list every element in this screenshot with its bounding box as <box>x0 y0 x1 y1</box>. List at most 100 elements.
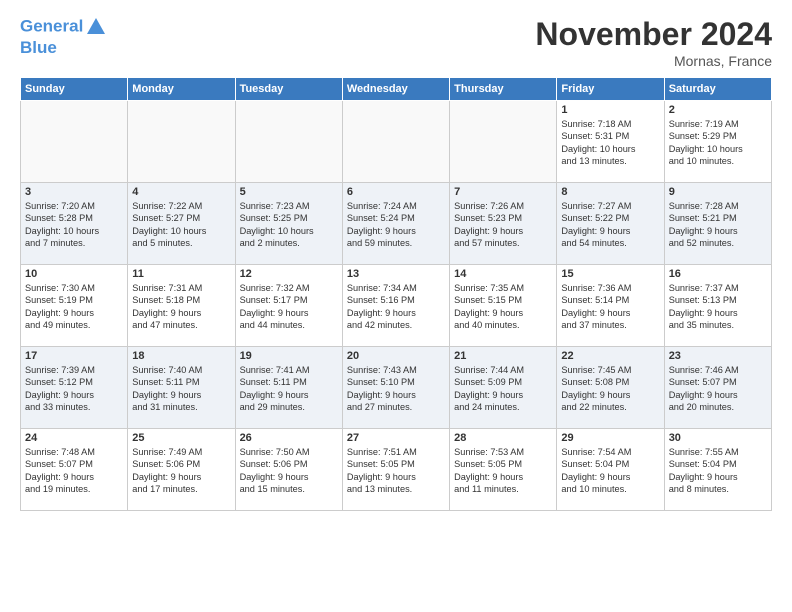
day-number: 30 <box>669 432 767 444</box>
day-number: 16 <box>669 268 767 280</box>
location: Mornas, France <box>535 53 772 69</box>
calendar-cell: 23Sunrise: 7:46 AM Sunset: 5:07 PM Dayli… <box>664 347 771 429</box>
calendar-cell: 5Sunrise: 7:23 AM Sunset: 5:25 PM Daylig… <box>235 183 342 265</box>
day-info: Sunrise: 7:55 AM Sunset: 5:04 PM Dayligh… <box>669 446 767 496</box>
calendar-cell: 19 Sunrise: 7:41 AM Sunset: 5:11 PM Dayli… <box>235 347 342 429</box>
day-number: 15 <box>561 268 659 280</box>
calendar-table: Sunday Monday Tuesday Wednesday Thursday… <box>20 77 772 511</box>
calendar-header-row: Sunday Monday Tuesday Wednesday Thursday… <box>21 78 772 101</box>
day-info: Sunrise: 7:18 AM Sunset: 5:31 PM Dayligh… <box>561 118 659 168</box>
day-number: 18 <box>132 350 230 362</box>
day-info: Sunrise: 7:32 AM Sunset: 5:17 PM Dayligh… <box>240 282 338 332</box>
calendar-cell: 10 Sunrise: 7:30 AM Sunset: 5:19 PM Dayli… <box>21 265 128 347</box>
day-number: 26 <box>240 432 338 444</box>
week-row-3: 10 Sunrise: 7:30 AM Sunset: 5:19 PM Dayli… <box>21 265 772 347</box>
day-number: 11 <box>132 268 230 280</box>
calendar-cell: 13 Sunrise: 7:34 AM Sunset: 5:16 PM Dayli… <box>342 265 449 347</box>
day-info: Sunrise: 7:22 AM Sunset: 5:27 PM Dayligh… <box>132 200 230 250</box>
day-info: Sunrise: 7:35 AM Sunset: 5:15 PM Dayligh… <box>454 282 552 332</box>
day-info: Sunrise: 7:41 AM Sunset: 5:11 PM Dayligh… <box>240 364 338 414</box>
day-number: 8 <box>561 186 659 198</box>
day-number: 23 <box>669 350 767 362</box>
page: General Blue November 2024 Mornas, Franc… <box>0 0 792 521</box>
day-number: 9 <box>669 186 767 198</box>
header: General Blue November 2024 Mornas, Franc… <box>20 16 772 69</box>
day-info: Sunrise: 7:45 AM Sunset: 5:08 PM Dayligh… <box>561 364 659 414</box>
day-number: 2 <box>669 104 767 116</box>
calendar-cell: 30 Sunrise: 7:55 AM Sunset: 5:04 PM Dayli… <box>664 429 771 511</box>
day-info: Sunrise: 7:31 AM Sunset: 5:18 PM Dayligh… <box>132 282 230 332</box>
day-number: 3 <box>25 186 123 198</box>
day-number: 24 <box>25 432 123 444</box>
col-wednesday: Wednesday <box>342 78 449 101</box>
day-info: Sunrise: 7:43 AM Sunset: 5:10 PM Dayligh… <box>347 364 445 414</box>
calendar-cell: 14Sunrise: 7:35 AM Sunset: 5:15 PM Dayli… <box>450 265 557 347</box>
calendar-cell: 6 Sunrise: 7:24 AM Sunset: 5:24 PM Daylig… <box>342 183 449 265</box>
calendar-cell: 25 Sunrise: 7:49 AM Sunset: 5:06 PM Dayli… <box>128 429 235 511</box>
calendar-cell: 15 Sunrise: 7:36 AM Sunset: 5:14 PM Dayli… <box>557 265 664 347</box>
day-info: Sunrise: 7:53 AM Sunset: 5:05 PM Dayligh… <box>454 446 552 496</box>
calendar-cell: 2 Sunrise: 7:19 AM Sunset: 5:29 PM Daylig… <box>664 101 771 183</box>
week-row-5: 24 Sunrise: 7:48 AM Sunset: 5:07 PM Dayli… <box>21 429 772 511</box>
day-number: 17 <box>25 350 123 362</box>
calendar-cell <box>21 101 128 183</box>
calendar-cell: 24 Sunrise: 7:48 AM Sunset: 5:07 PM Dayli… <box>21 429 128 511</box>
calendar-cell: 8 Sunrise: 7:27 AM Sunset: 5:22 PM Daylig… <box>557 183 664 265</box>
month-title: November 2024 <box>535 16 772 53</box>
calendar-cell: 1Sunrise: 7:18 AM Sunset: 5:31 PM Daylig… <box>557 101 664 183</box>
day-info: Sunrise: 7:36 AM Sunset: 5:14 PM Dayligh… <box>561 282 659 332</box>
calendar-cell: 28 Sunrise: 7:53 AM Sunset: 5:05 PM Dayli… <box>450 429 557 511</box>
day-info: Sunrise: 7:26 AM Sunset: 5:23 PM Dayligh… <box>454 200 552 250</box>
day-info: Sunrise: 7:51 AM Sunset: 5:05 PM Dayligh… <box>347 446 445 496</box>
day-number: 10 <box>25 268 123 280</box>
day-number: 29 <box>561 432 659 444</box>
day-number: 25 <box>132 432 230 444</box>
day-number: 19 <box>240 350 338 362</box>
day-number: 7 <box>454 186 552 198</box>
day-info: Sunrise: 7:27 AM Sunset: 5:22 PM Dayligh… <box>561 200 659 250</box>
week-row-1: 1Sunrise: 7:18 AM Sunset: 5:31 PM Daylig… <box>21 101 772 183</box>
day-number: 27 <box>347 432 445 444</box>
day-info: Sunrise: 7:30 AM Sunset: 5:19 PM Dayligh… <box>25 282 123 332</box>
day-number: 21 <box>454 350 552 362</box>
logo: General Blue <box>20 16 107 58</box>
logo-subtext: Blue <box>20 38 107 58</box>
week-row-4: 17Sunrise: 7:39 AM Sunset: 5:12 PM Dayli… <box>21 347 772 429</box>
col-saturday: Saturday <box>664 78 771 101</box>
calendar-cell <box>235 101 342 183</box>
day-info: Sunrise: 7:28 AM Sunset: 5:21 PM Dayligh… <box>669 200 767 250</box>
day-info: Sunrise: 7:34 AM Sunset: 5:16 PM Dayligh… <box>347 282 445 332</box>
col-friday: Friday <box>557 78 664 101</box>
calendar-cell: 17Sunrise: 7:39 AM Sunset: 5:12 PM Dayli… <box>21 347 128 429</box>
calendar-cell: 16Sunrise: 7:37 AM Sunset: 5:13 PM Dayli… <box>664 265 771 347</box>
day-info: Sunrise: 7:54 AM Sunset: 5:04 PM Dayligh… <box>561 446 659 496</box>
day-number: 28 <box>454 432 552 444</box>
title-block: November 2024 Mornas, France <box>535 16 772 69</box>
calendar-cell <box>342 101 449 183</box>
day-info: Sunrise: 7:19 AM Sunset: 5:29 PM Dayligh… <box>669 118 767 168</box>
logo-text: General <box>20 16 107 38</box>
col-tuesday: Tuesday <box>235 78 342 101</box>
day-info: Sunrise: 7:49 AM Sunset: 5:06 PM Dayligh… <box>132 446 230 496</box>
day-number: 13 <box>347 268 445 280</box>
calendar-cell: 22 Sunrise: 7:45 AM Sunset: 5:08 PM Dayli… <box>557 347 664 429</box>
day-info: Sunrise: 7:48 AM Sunset: 5:07 PM Dayligh… <box>25 446 123 496</box>
day-number: 12 <box>240 268 338 280</box>
calendar-cell: 11 Sunrise: 7:31 AM Sunset: 5:18 PM Dayli… <box>128 265 235 347</box>
col-monday: Monday <box>128 78 235 101</box>
calendar-cell: 26Sunrise: 7:50 AM Sunset: 5:06 PM Dayli… <box>235 429 342 511</box>
week-row-2: 3 Sunrise: 7:20 AM Sunset: 5:28 PM Daylig… <box>21 183 772 265</box>
calendar-cell: 27 Sunrise: 7:51 AM Sunset: 5:05 PM Dayli… <box>342 429 449 511</box>
day-info: Sunrise: 7:20 AM Sunset: 5:28 PM Dayligh… <box>25 200 123 250</box>
calendar-cell <box>450 101 557 183</box>
day-info: Sunrise: 7:40 AM Sunset: 5:11 PM Dayligh… <box>132 364 230 414</box>
calendar-cell: 7 Sunrise: 7:26 AM Sunset: 5:23 PM Daylig… <box>450 183 557 265</box>
day-info: Sunrise: 7:24 AM Sunset: 5:24 PM Dayligh… <box>347 200 445 250</box>
col-thursday: Thursday <box>450 78 557 101</box>
calendar-cell: 4Sunrise: 7:22 AM Sunset: 5:27 PM Daylig… <box>128 183 235 265</box>
calendar-cell <box>128 101 235 183</box>
calendar-cell: 18 Sunrise: 7:40 AM Sunset: 5:11 PM Dayli… <box>128 347 235 429</box>
day-number: 22 <box>561 350 659 362</box>
day-info: Sunrise: 7:44 AM Sunset: 5:09 PM Dayligh… <box>454 364 552 414</box>
day-number: 6 <box>347 186 445 198</box>
